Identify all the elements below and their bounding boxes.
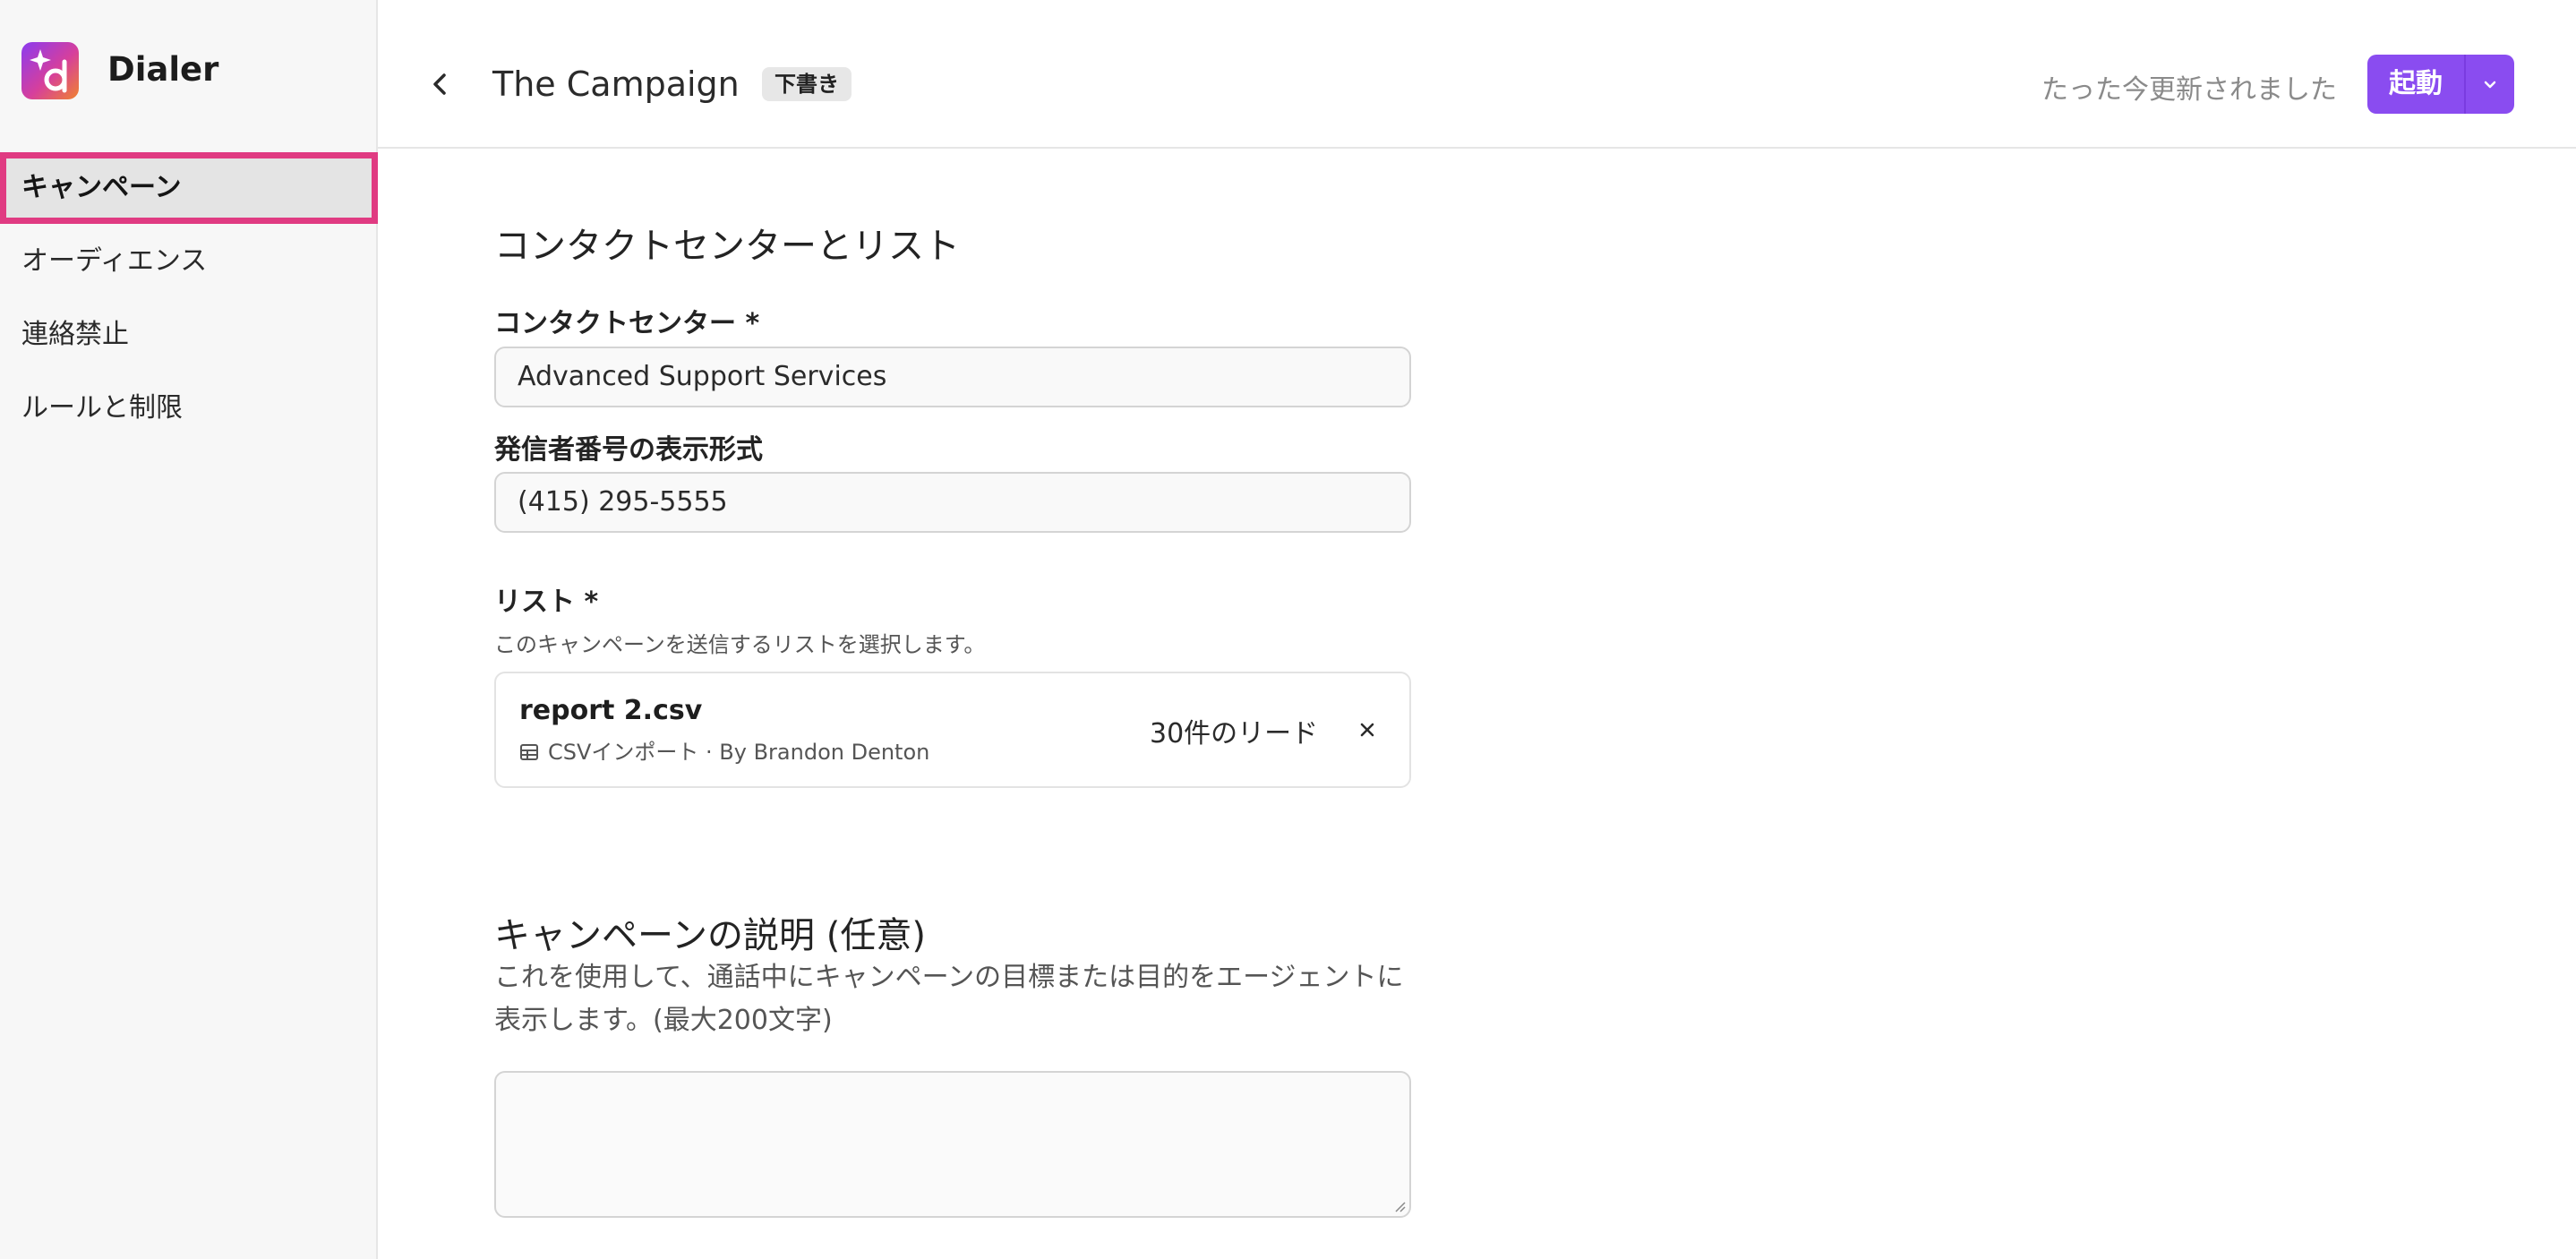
page-title: The Campaign [492, 64, 740, 104]
description-section-title: キャンペーンの説明 (任意) [494, 915, 926, 956]
selected-list-card: report 2.csv CSVインポート · By Brandon Dento… [494, 672, 1411, 788]
description-help-text: これを使用して、通話中にキャンペーンの目標または目的をエージェントに表示します。… [494, 962, 1404, 1036]
status-badge: 下書き [762, 67, 852, 101]
remove-list-button[interactable] [1354, 716, 1381, 743]
table-icon [519, 742, 539, 767]
list-file-meta-text: CSVインポート · By Brandon Denton [548, 740, 930, 765]
launch-button[interactable]: 起動 [2367, 55, 2464, 114]
chevron-down-icon [2484, 81, 2496, 89]
launch-options-button[interactable] [2466, 55, 2514, 114]
close-icon [1360, 723, 1374, 737]
campaign-description-textarea[interactable] [494, 1071, 1411, 1218]
list-file-name: report 2.csv [519, 695, 703, 726]
lead-count: 30件のリード [1150, 718, 1319, 749]
caller-id-field[interactable]: (415) 295-5555 [494, 472, 1411, 533]
app-name: Dialer [107, 50, 219, 89]
sidebar-item-campaigns[interactable]: キャンペーン [0, 152, 378, 224]
sidebar-item-rules-limits[interactable]: ルールと制限 [0, 373, 378, 444]
app-logo-icon [21, 42, 79, 99]
back-button[interactable] [421, 63, 457, 106]
list-file-meta: CSVインポート · By Brandon Denton [519, 734, 929, 767]
chevron-left-icon [433, 73, 446, 95]
list-help-text: このキャンペーンを送信するリストを選択します。 [494, 632, 986, 657]
contact-center-label: コンタクトセンター * [494, 308, 760, 339]
update-status-text: たった今更新されました [2041, 74, 2337, 106]
launch-button-group: 起動 [2367, 55, 2514, 114]
contact-center-select[interactable]: Advanced Support Services [494, 347, 1411, 407]
sidebar-item-audiences[interactable]: オーディエンス [0, 226, 378, 297]
sidebar: Dialer キャンペーン オーディエンス 連絡禁止 ルールと制限 [0, 0, 378, 1259]
caller-id-label: 発信者番号の表示形式 [494, 434, 763, 466]
contact-section-title: コンタクトセンターとリスト [494, 226, 960, 267]
sidebar-item-do-not-contact[interactable]: 連絡禁止 [0, 299, 378, 371]
list-label: リスト * [494, 587, 599, 618]
resize-handle-icon[interactable] [1391, 1198, 1406, 1212]
